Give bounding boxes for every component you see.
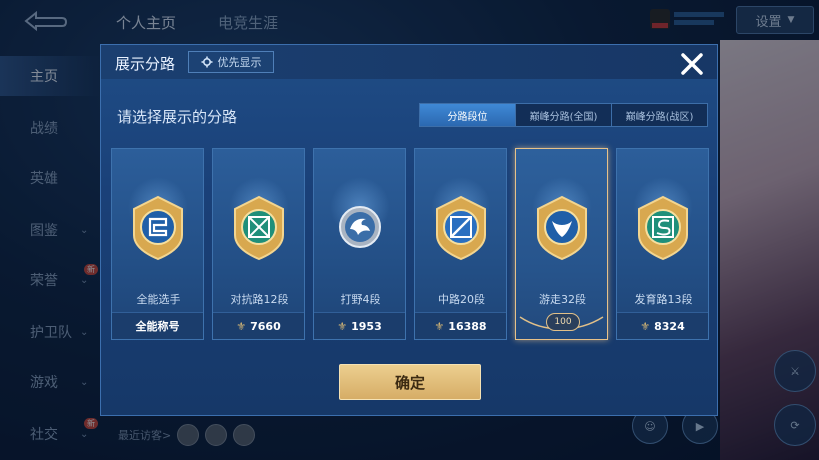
power-icon: ⚜ — [434, 319, 445, 333]
lane-card-jungle[interactable]: 打野4段 ⚜ 1953 — [313, 148, 406, 340]
rank-badge-text: 100 — [554, 317, 572, 327]
lane-card-footer-text: 16388 — [448, 319, 487, 333]
lane-card-name: 全能选手 — [136, 293, 181, 306]
power-icon: ⚜ — [640, 319, 651, 333]
lane-card-all-round[interactable]: 全能选手 全能称号 — [111, 148, 204, 340]
power-icon: ⚜ — [337, 319, 348, 333]
mid-lane-emblem-icon — [436, 195, 486, 261]
tab-peak-lane-region[interactable]: 巅峰分路(战区) — [612, 104, 707, 126]
rank-badge: 100 — [546, 313, 580, 331]
dialog-header: 展示分路 优先显示 — [101, 45, 717, 79]
lane-card-farm[interactable]: 发育路13段 ⚜ 8324 — [616, 148, 709, 340]
lane-card-name: 中路20段 — [438, 293, 485, 306]
priority-display-button[interactable]: 优先显示 — [188, 51, 274, 73]
dialog-subtitle: 请选择展示的分路 — [117, 108, 238, 126]
lane-card-footer: 全能称号 — [112, 312, 203, 339]
dialog-title: 展示分路 — [115, 55, 176, 73]
lane-card-footer: ⚜ 16388 — [415, 312, 506, 339]
lane-card-footer: ⚜ 8324 — [617, 312, 708, 339]
gear-icon — [201, 56, 212, 68]
lane-card-mid[interactable]: 中路20段 ⚜ 16388 — [414, 148, 507, 340]
lane-display-dialog: 展示分路 优先显示 请选择展示的分路 分路段位 巅峰分路(全国) 巅峰分路(战区… — [100, 44, 718, 416]
farm-lane-emblem-icon — [638, 195, 688, 261]
lane-card-name: 打野4段 — [340, 293, 381, 306]
lane-card-footer-text: 全能称号 — [135, 320, 180, 333]
lane-card-footer-text: 1953 — [351, 319, 382, 333]
lane-card-footer: ⚜ 1953 — [314, 312, 405, 339]
lane-card-footer-text: 7660 — [250, 319, 281, 333]
lane-card-name: 游走32段 — [539, 293, 586, 306]
clash-lane-emblem-icon — [234, 195, 284, 261]
lane-card-footer-text: 8324 — [654, 319, 685, 333]
lane-card-clash[interactable]: 对抗路12段 ⚜ 7660 — [212, 148, 305, 340]
tab-lane-rank[interactable]: 分路段位 — [420, 104, 516, 126]
roam-emblem-icon — [537, 195, 587, 261]
tab-peak-lane-national[interactable]: 巅峰分路(全国) — [516, 104, 612, 126]
close-icon[interactable] — [679, 51, 705, 77]
jungle-emblem-icon — [339, 206, 381, 248]
all-round-emblem-icon — [133, 195, 183, 261]
power-icon: ⚜ — [236, 319, 247, 333]
lane-type-tabs: 分路段位 巅峰分路(全国) 巅峰分路(战区) — [419, 103, 708, 127]
confirm-button[interactable]: 确定 — [339, 364, 481, 400]
lane-card-footer: ⚜ 7660 — [213, 312, 304, 339]
priority-display-label: 优先显示 — [217, 56, 262, 69]
lane-card-name: 发育路13段 — [634, 293, 693, 306]
lane-card-name: 对抗路12段 — [230, 293, 289, 306]
lane-card-roam[interactable]: 游走32段 100 — [515, 148, 608, 340]
